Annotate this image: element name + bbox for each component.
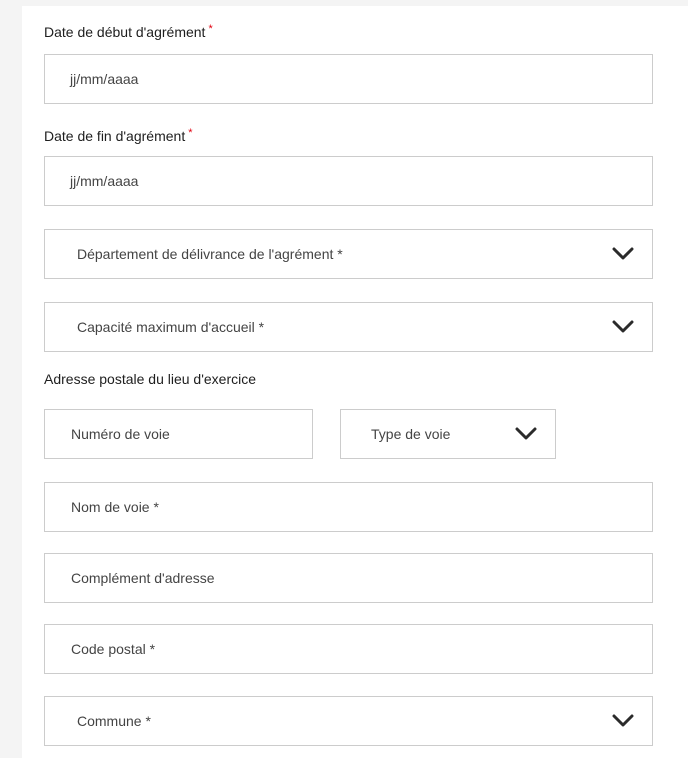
chevron-down-icon [612,320,634,333]
complement-adresse-input[interactable]: Complément d'adresse [44,553,653,603]
capacite-placeholder: Capacité maximum d'accueil * [77,319,265,335]
date-debut-input[interactable]: jj/mm/aaaa [44,54,653,104]
numero-voie-placeholder: Numéro de voie [71,426,170,442]
required-mark: * [208,23,213,35]
departement-select[interactable]: Département de délivrance de l'agrément … [44,229,653,279]
departement-placeholder: Département de délivrance de l'agrément … [77,246,343,262]
form-panel: Date de début d'agrément * jj/mm/aaaa Dat… [22,6,688,758]
chevron-down-icon [612,247,634,260]
required-mark: * [188,127,193,139]
chevron-down-icon [515,427,537,440]
date-debut-label: Date de début d'agrément * [44,23,213,40]
code-postal-input[interactable]: Code postal * [44,624,653,674]
nom-voie-input[interactable]: Nom de voie * [44,482,653,532]
type-voie-select[interactable]: Type de voie [340,409,556,459]
adresse-section-label: Adresse postale du lieu d'exercice [44,371,257,387]
code-postal-placeholder: Code postal * [71,641,156,657]
numero-voie-input[interactable]: Numéro de voie [44,409,313,459]
date-fin-placeholder: jj/mm/aaaa [70,173,139,189]
commune-select[interactable]: Commune * [44,696,653,746]
nom-voie-placeholder: Nom de voie * [71,499,159,515]
capacite-select[interactable]: Capacité maximum d'accueil * [44,302,653,352]
complement-placeholder: Complément d'adresse [71,570,215,586]
date-debut-placeholder: jj/mm/aaaa [70,71,139,87]
chevron-down-icon [612,714,634,727]
commune-placeholder: Commune * [77,713,151,729]
date-fin-label: Date de fin d'agrément * [44,127,193,144]
type-voie-placeholder: Type de voie [371,426,451,442]
date-fin-input[interactable]: jj/mm/aaaa [44,156,653,206]
